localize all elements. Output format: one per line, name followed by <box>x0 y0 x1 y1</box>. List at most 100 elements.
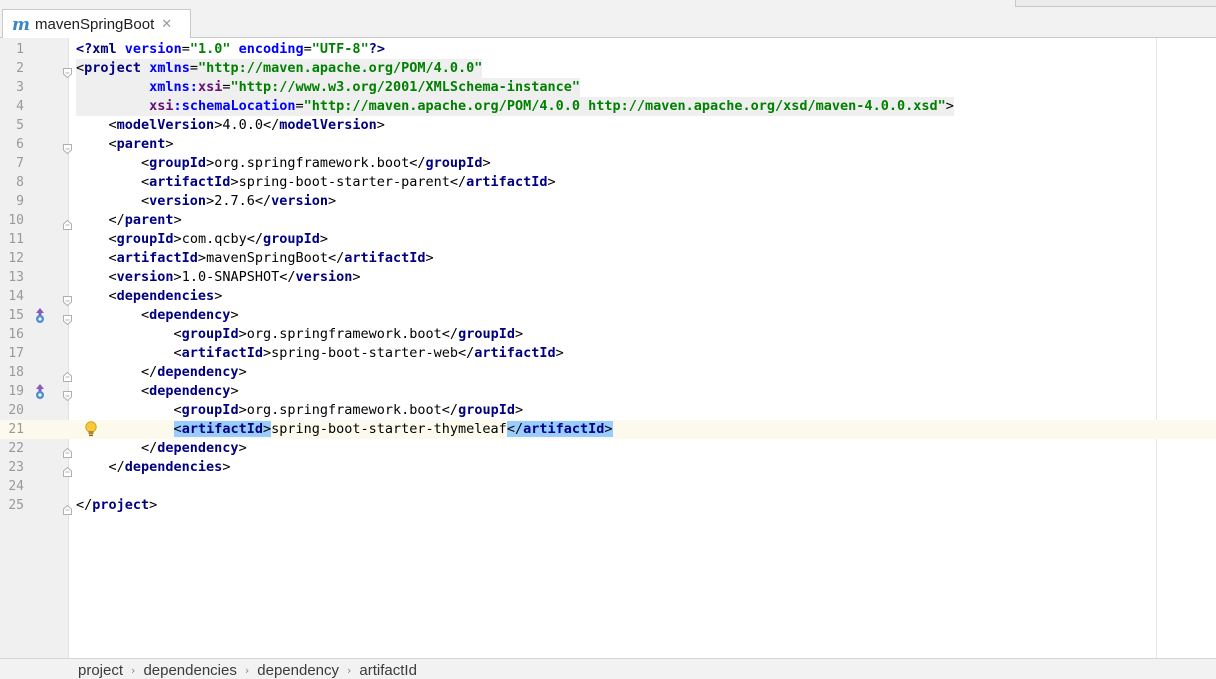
breadcrumb-item[interactable]: artifactId <box>359 662 417 679</box>
line-number: 24 <box>8 479 24 494</box>
code-lines: 1 <?xml version="1.0" encoding="UTF-8"?> 2… <box>0 40 1216 515</box>
code-line[interactable]: 21 <artifactId>spring-boot-starter-thyme… <box>0 420 1216 439</box>
fold-close-icon[interactable] <box>63 462 72 477</box>
code-text: <groupId>com.qcby</groupId> <box>76 231 329 247</box>
code-line[interactable]: 7 <groupId>org.springframework.boot</gro… <box>0 154 1216 173</box>
fold-close-icon[interactable] <box>63 215 72 230</box>
chevron-right-icon: › <box>131 664 136 677</box>
line-number: 8 <box>16 175 24 190</box>
line-number: 6 <box>16 137 24 152</box>
code-line[interactable]: 22 </dependency> <box>0 439 1216 458</box>
line-number: 23 <box>8 460 24 475</box>
line-number: 14 <box>8 289 24 304</box>
editor-tab-bar: m mavenSpringBoot ✕ <box>0 0 1216 39</box>
code-text: <project xmlns="http://maven.apache.org/… <box>76 59 483 78</box>
code-text: <artifactId>mavenSpringBoot</artifactId> <box>76 250 434 266</box>
code-line[interactable]: 24 <box>0 477 1216 496</box>
line-number: 2 <box>16 61 24 76</box>
fold-open-icon[interactable] <box>63 139 72 155</box>
code-text: <modelVersion>4.0.0</modelVersion> <box>76 117 385 133</box>
breadcrumb-items: project › dependencies › dependency › artifact… <box>78 662 417 679</box>
breadcrumb-item[interactable]: dependencies <box>143 662 236 679</box>
line-number: 21 <box>8 422 24 437</box>
code-line[interactable]: 13 <version>1.0-SNAPSHOT</version> <box>0 268 1216 287</box>
code-text: <dependency> <box>76 383 239 399</box>
tab-title: mavenSpringBoot <box>35 16 155 33</box>
code-text: <artifactId>spring-boot-starter-parent</… <box>76 174 556 190</box>
code-text: <parent> <box>76 136 174 152</box>
line-number: 20 <box>8 403 24 418</box>
fold-open-icon[interactable] <box>63 386 72 402</box>
code-line[interactable]: 16 <groupId>org.springframework.boot</gr… <box>0 325 1216 344</box>
code-text: </dependencies> <box>76 459 231 475</box>
line-number: 15 <box>8 308 24 323</box>
line-number: 19 <box>8 384 24 399</box>
code-line[interactable]: 10 </parent> <box>0 211 1216 230</box>
chevron-right-icon: › <box>347 664 352 677</box>
line-number: 16 <box>8 327 24 342</box>
fold-close-icon[interactable] <box>63 443 72 458</box>
close-icon[interactable]: ✕ <box>161 17 172 32</box>
code-line[interactable]: 23 </dependencies> <box>0 458 1216 477</box>
code-line[interactable]: 12 <artifactId>mavenSpringBoot</artifact… <box>0 249 1216 268</box>
fold-open-icon[interactable] <box>63 310 72 326</box>
editor-tab-mavenspringboot[interactable]: m mavenSpringBoot ✕ <box>2 9 191 39</box>
code-line[interactable]: 4 xsi:schemaLocation="http://maven.apach… <box>0 97 1216 116</box>
code-text: </project> <box>76 497 158 513</box>
code-line[interactable]: 2 <project xmlns="http://maven.apache.org… <box>0 59 1216 79</box>
code-line[interactable]: 5 <modelVersion>4.0.0</modelVersion> <box>0 116 1216 135</box>
code-text: <artifactId>spring-boot-starter-thymelea… <box>173 421 613 437</box>
code-line[interactable]: 19 <dependency> <box>0 382 1216 402</box>
line-number: 5 <box>16 118 24 133</box>
line-number: 10 <box>8 213 24 228</box>
code-line[interactable]: 1 <?xml version="1.0" encoding="UTF-8"?> <box>0 40 1216 59</box>
fold-close-icon[interactable] <box>63 367 72 382</box>
line-number: 4 <box>16 99 24 114</box>
line-number: 25 <box>8 498 24 513</box>
line-number: 11 <box>8 232 24 247</box>
code-line[interactable]: 11 <groupId>com.qcby</groupId> <box>0 230 1216 249</box>
fold-close-icon[interactable] <box>63 500 72 515</box>
code-line[interactable]: 8 <artifactId>spring-boot-starter-parent… <box>0 173 1216 192</box>
line-number: 3 <box>16 80 24 95</box>
line-number: 9 <box>16 194 24 209</box>
implemented-marker-icon[interactable] <box>33 306 47 325</box>
code-line[interactable]: 20 <groupId>org.springframework.boot</gr… <box>0 401 1216 420</box>
breadcrumb-item[interactable]: project <box>78 662 123 679</box>
code-text: <dependency> <box>76 307 239 323</box>
code-text: </dependency> <box>76 364 247 380</box>
implemented-marker-icon[interactable] <box>33 382 47 401</box>
code-line[interactable]: 14 <dependencies> <box>0 287 1216 307</box>
code-line[interactable]: 15 <dependency> <box>0 306 1216 326</box>
code-text: </dependency> <box>76 440 247 456</box>
code-text: <?xml version="1.0" encoding="UTF-8"?> <box>76 41 385 57</box>
code-text: <version>1.0-SNAPSHOT</version> <box>76 269 361 285</box>
code-text: <dependencies> <box>76 288 223 304</box>
line-number: 12 <box>8 251 24 266</box>
breadcrumb-item[interactable]: dependency <box>257 662 339 679</box>
code-editor[interactable]: 1 <?xml version="1.0" encoding="UTF-8"?> 2… <box>0 38 1216 658</box>
chevron-right-icon: › <box>244 664 250 677</box>
code-text: </parent> <box>76 212 182 228</box>
code-line[interactable]: 9 <version>2.7.6</version> <box>0 192 1216 211</box>
code-text: <artifactId>spring-boot-starter-web</art… <box>76 345 564 361</box>
code-text: <groupId>org.springframework.boot</group… <box>76 155 491 171</box>
fold-open-icon[interactable] <box>63 63 72 79</box>
code-text: xmlns:xsi="http://www.w3.org/2001/XMLSch… <box>76 78 580 97</box>
code-line[interactable]: 3 xmlns:xsi="http://www.w3.org/2001/XMLS… <box>0 78 1216 97</box>
line-number: 18 <box>8 365 24 380</box>
maven-m-icon: m <box>12 14 30 35</box>
code-line[interactable]: 6 <parent> <box>0 135 1216 155</box>
breadcrumb: project › dependencies › dependency › artifact… <box>0 658 1216 679</box>
fold-open-icon[interactable] <box>63 291 72 307</box>
code-text: <groupId>org.springframework.boot</group… <box>76 326 524 342</box>
line-number: 22 <box>8 441 24 456</box>
code-text: <version>2.7.6</version> <box>76 193 337 209</box>
code-line[interactable]: 17 <artifactId>spring-boot-starter-web</… <box>0 344 1216 363</box>
code-line[interactable]: 18 </dependency> <box>0 363 1216 382</box>
line-number: 13 <box>8 270 24 285</box>
tabbar-edge <box>1015 0 1216 7</box>
code-line[interactable]: 25 </project> <box>0 496 1216 515</box>
line-number: 17 <box>8 346 24 361</box>
line-number: 1 <box>16 42 24 57</box>
